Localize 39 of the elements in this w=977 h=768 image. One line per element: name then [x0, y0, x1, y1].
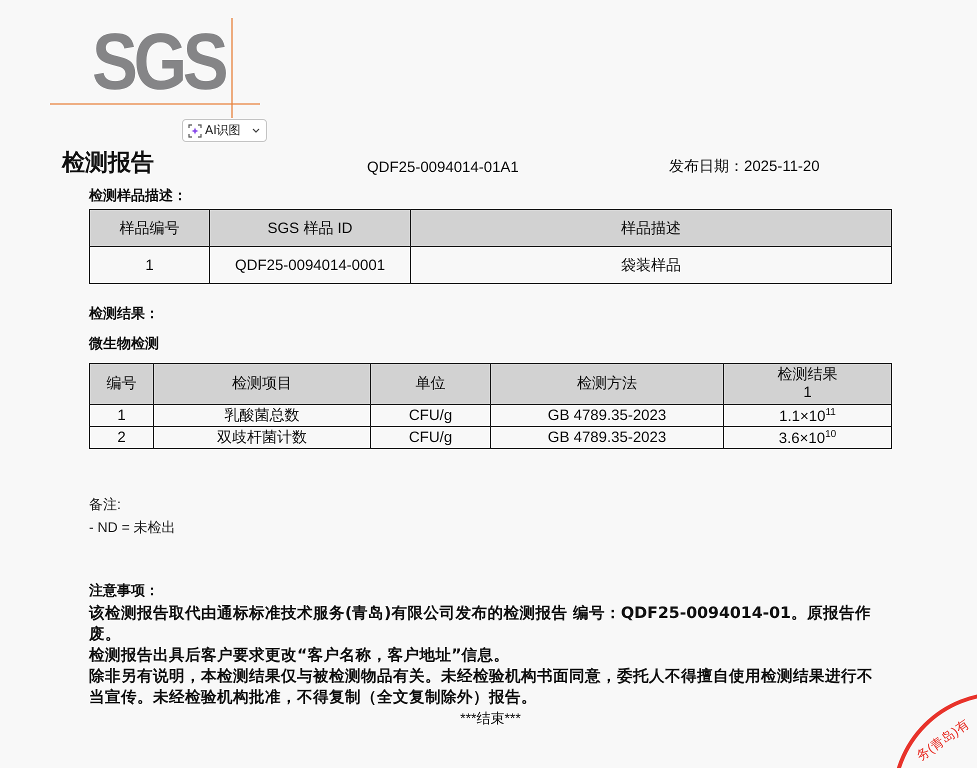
logo: SGS: [92, 22, 224, 102]
table-cell: GB 4789.35-2023: [490, 404, 724, 426]
seal-text: 务(青岛)有: [914, 717, 972, 763]
section-heading: 微生物检测: [89, 335, 160, 353]
table-cell: GB 4789.35-2023: [490, 426, 724, 448]
table-cell: 3.6×10$^{10}$: [724, 426, 892, 448]
column-header: 检测方法: [490, 364, 724, 404]
column-header: SGS 样品 ID: [210, 210, 410, 246]
sparkle-icon: [188, 124, 202, 138]
notice-text: 该检测报告取代由通标标准技术服务(青岛)有限公司发布的检测报告 编号：QDF25-0094014-01。原报告作废。: [89, 602, 872, 644]
column-header: 样品描述: [410, 210, 892, 246]
table-cell: QDF25-0094014-0001: [210, 246, 410, 284]
notice-text: 除非另有说明，本检测结果仅与被检测物品有关。未经检验机构书面同意，委托人不得擅自使用检测结果进行不当宣传。未经检验机构批准，不得复制（全文复制除外）报告。: [89, 665, 874, 707]
section-heading: 检测样品描述：: [89, 187, 188, 205]
column-header: 检测项目: [154, 364, 370, 404]
column-header: 编号: [90, 364, 154, 404]
column-header: 检测结果 1: [724, 364, 892, 404]
table-cell: CFU/g: [370, 404, 490, 426]
caret-icon: [252, 128, 260, 134]
table-cell: 双歧杆菌计数: [154, 426, 370, 448]
table-cell: CFU/g: [370, 426, 490, 448]
report-title: 检测报告: [62, 149, 155, 178]
remarks-heading: 备注:: [89, 495, 122, 514]
report-number: QDF25-0094014-01A1: [367, 159, 520, 178]
issue-date: 发布日期：2025-11-20: [669, 157, 820, 177]
table-cell: 乳酸菌总数: [154, 404, 370, 426]
remark-text: - ND = 未检出: [89, 518, 177, 537]
column-header: 单位: [370, 364, 490, 404]
ai-image-button[interactable]: AI识图: [182, 119, 267, 142]
notices-heading: 注意事项：: [89, 582, 160, 601]
table-cell: 2: [90, 426, 154, 448]
table-cell: 袋装样品: [410, 246, 892, 284]
table-cell: 1: [90, 404, 154, 426]
notice-text: 检测报告出具后客户要求更改“客户名称，客户地址”信息。: [89, 644, 511, 665]
table-cell: 1.1×10$^{11}$: [724, 404, 892, 426]
section-heading: 检测结果：: [89, 305, 160, 323]
table-cell: 1: [90, 246, 210, 284]
column-header: 样品编号: [90, 210, 210, 246]
end-mark: ***结束***: [459, 710, 522, 728]
